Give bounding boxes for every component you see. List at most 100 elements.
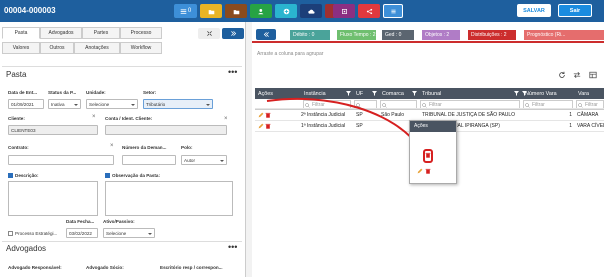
pasta-more-icon[interactable]: ••• (228, 68, 237, 77)
expand-icon (341, 8, 347, 14)
panel-tab-count: 2 (372, 32, 376, 38)
filter-icon[interactable] (372, 91, 377, 96)
advogados-more-icon[interactable]: ••• (228, 243, 237, 252)
cell-vara: CÂMARA (577, 112, 599, 118)
collapse-toggle-button[interactable] (198, 28, 220, 39)
account-label: Conta / Ident. Cliente: (105, 116, 153, 121)
tab-outros[interactable]: Outros (40, 42, 74, 54)
double-chevron-left-icon (263, 32, 269, 37)
divider (2, 241, 242, 242)
panel-tab-label: Distribuições (471, 32, 500, 38)
account-clear-icon[interactable]: × (224, 116, 228, 122)
next-panel-button[interactable] (222, 28, 244, 39)
edit-icon[interactable] (258, 123, 264, 129)
filter-icon[interactable] (522, 91, 527, 96)
cell-vara: VARA CÍVEL (577, 123, 604, 129)
plus-circle-icon (283, 8, 289, 14)
description-checkbox[interactable] (8, 173, 13, 178)
active-select[interactable]: Selecione (103, 228, 155, 238)
filter-icon[interactable] (514, 91, 519, 96)
user-add-icon (257, 8, 263, 14)
swap-icon (573, 71, 581, 79)
unit-select[interactable]: Selecione (86, 99, 138, 109)
add-button[interactable] (275, 4, 297, 18)
save-button[interactable]: SALVAR (517, 4, 551, 17)
tab-anotacoes[interactable]: Anotações (74, 42, 120, 54)
panel-tab-objetos[interactable]: Objetos : 2 (422, 30, 460, 40)
strategic-checkbox[interactable] (8, 231, 13, 236)
add-user-button[interactable] (250, 4, 272, 18)
panel-tab-label: Débito (293, 32, 308, 38)
popup-title: Ações (410, 121, 456, 132)
panel-tab-fluxo-tempo[interactable]: Fluxo Tempo : 2 (337, 30, 376, 40)
panel-tab-count: 0 (398, 32, 402, 38)
list-button[interactable]: 0 (174, 4, 197, 18)
columns-icon (589, 71, 597, 79)
partner-lawyer-label: Advogado Sócio: (86, 265, 124, 270)
observation-textarea[interactable] (105, 181, 233, 216)
share-icon (366, 8, 372, 14)
cloud-button[interactable] (300, 4, 322, 18)
prev-panel-button[interactable] (256, 29, 276, 40)
trash-icon[interactable] (425, 152, 431, 158)
tab-advogados[interactable]: Advogados (40, 27, 82, 39)
status-label: Status da P... (48, 90, 77, 95)
edit-icon[interactable] (417, 168, 423, 174)
swap-button[interactable] (572, 70, 582, 80)
date-field[interactable]: 01/09/2021 (8, 99, 44, 109)
filter-icon[interactable] (412, 91, 417, 96)
panel-tab-distribuicoes[interactable]: Distribuições : 2 (468, 30, 516, 40)
folder-plus-icon (208, 9, 214, 14)
section-title-pasta: Pasta (6, 70, 27, 79)
client-clear-icon[interactable]: × (92, 114, 96, 120)
unit-label: Unidade: (86, 90, 106, 95)
list-icon (180, 8, 187, 14)
trash-icon[interactable] (265, 123, 271, 129)
trash-icon[interactable] (425, 168, 431, 174)
panel-tab-label: Fluxo Tempo (340, 32, 369, 38)
section-title-advogados: Advogados (6, 244, 47, 253)
edit-icon[interactable] (258, 112, 264, 118)
panel-tab-count: 2 (503, 32, 507, 38)
tab-valores[interactable]: Valores (2, 42, 40, 54)
tab-partes[interactable]: Partes (82, 27, 120, 39)
contract-field[interactable] (8, 155, 114, 165)
description-textarea[interactable] (8, 181, 98, 216)
menu-button[interactable] (383, 4, 403, 18)
contract-clear-icon[interactable]: × (110, 143, 114, 149)
expand-button[interactable] (333, 4, 355, 18)
demand-label: Número da Deman... (122, 145, 167, 150)
demand-field[interactable] (122, 155, 176, 165)
new-folder-button[interactable] (200, 4, 222, 18)
sector-select[interactable]: Tributário (143, 99, 213, 109)
panel-tab-prognostico[interactable]: Prognóstico (Ri... (524, 30, 604, 40)
compress-icon (206, 31, 212, 36)
share-button[interactable] (358, 4, 380, 18)
divider (2, 66, 242, 67)
status-select[interactable]: Inativa (48, 99, 81, 109)
tab-pasta[interactable]: Pasta (2, 27, 40, 39)
add-folder-button[interactable] (225, 4, 247, 18)
trash-icon[interactable] (265, 112, 271, 118)
top-bar: 00004-000003 0 SALVAR Sair (0, 0, 604, 22)
filter-icon[interactable] (346, 91, 351, 96)
pole-select[interactable]: Autor (181, 155, 227, 165)
close-date-field[interactable]: 03/02/2022 (66, 228, 98, 238)
close-date-label: Data Fecha... (66, 219, 95, 224)
panel-tab-ged[interactable]: Ged : 0 (382, 30, 414, 40)
panel-tab-label: Prognóstico (Ri... (527, 32, 566, 38)
cell-instancia: 2ª Instância Judicial (301, 112, 346, 118)
columns-button[interactable] (588, 70, 598, 80)
observation-checkbox[interactable] (105, 173, 110, 178)
tab-processo[interactable]: Processo (120, 27, 162, 39)
exit-button[interactable]: Sair (558, 4, 592, 17)
description-label: Descrição: (15, 173, 39, 178)
client-field[interactable]: CLIENTE03 (8, 125, 98, 135)
account-field[interactable] (105, 125, 227, 135)
menu-icon (390, 9, 396, 13)
refresh-button[interactable] (557, 70, 567, 80)
cell-uf: SP (356, 112, 363, 118)
panel-tab-debito[interactable]: Débito : 0 (290, 30, 330, 40)
tab-workflow[interactable]: Workflow (120, 42, 162, 54)
observation-label: Observação da Pasta: (112, 173, 161, 178)
